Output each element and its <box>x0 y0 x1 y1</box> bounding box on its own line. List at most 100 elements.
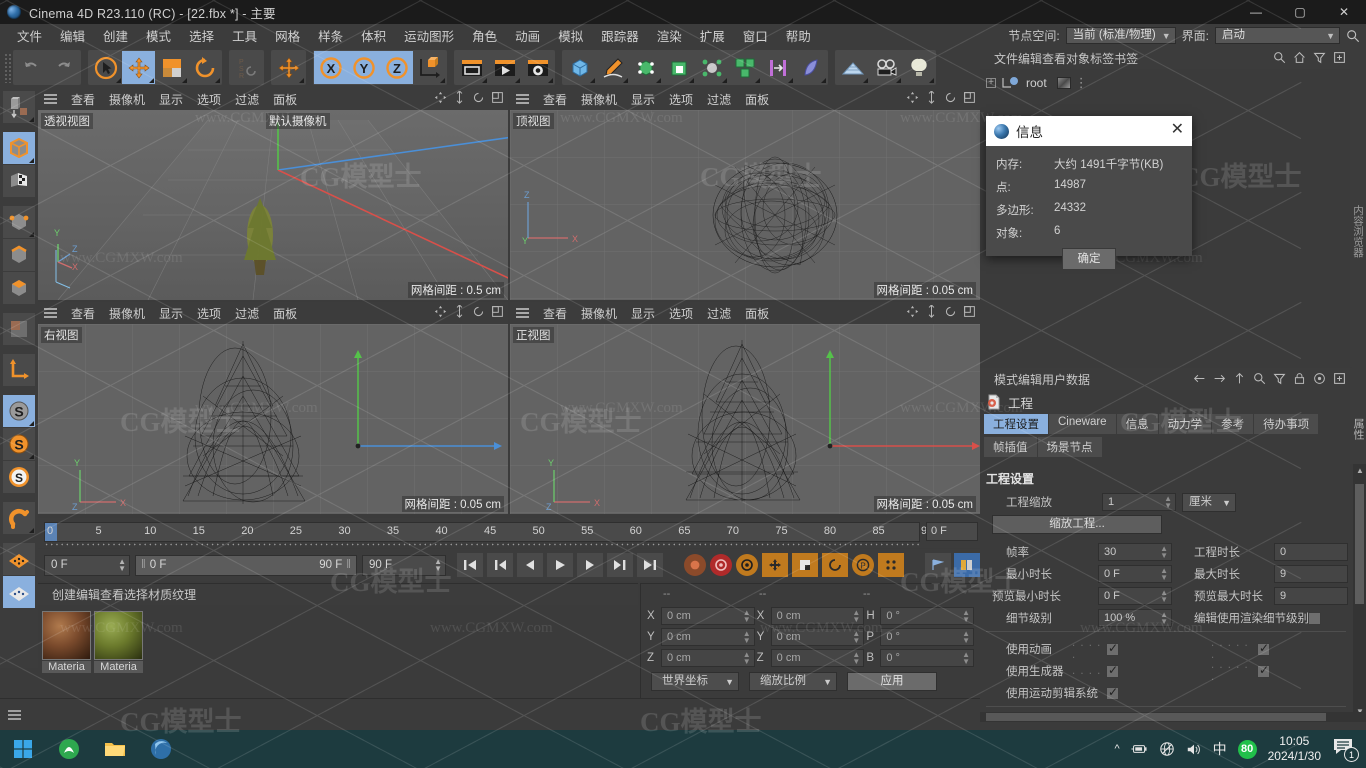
menu-item-10[interactable]: 角色 <box>463 24 506 47</box>
coord-position-x-field[interactable]: 0 cm ▲ ▼ <box>661 607 755 625</box>
zoom-icon[interactable] <box>453 91 466 104</box>
workplane-button[interactable] <box>3 543 35 575</box>
vp-menu-panel[interactable]: 面板 <box>266 90 304 109</box>
go-to-previous-key-button[interactable] <box>487 553 513 577</box>
coord-rotation-b-field[interactable]: 0 ° ▲ ▼ <box>880 649 974 667</box>
use-deformer-checkbox[interactable] <box>1257 663 1270 678</box>
close-button[interactable]: ✕ <box>1322 0 1366 24</box>
menu-item-6[interactable]: 网格 <box>266 24 309 47</box>
battery-percent-badge[interactable]: 80 <box>1237 739 1257 759</box>
scale-mode-select[interactable]: 缩放比例 ▼ <box>749 672 837 691</box>
spinner-icon[interactable]: ▲ ▼ <box>1164 495 1172 510</box>
material-item[interactable]: Materia <box>94 611 143 673</box>
scroll-up-icon[interactable]: ▲ <box>1356 466 1364 475</box>
viewport-hamburger-icon[interactable] <box>516 308 529 318</box>
menu-item-7[interactable]: 样条 <box>309 24 352 47</box>
rotate-icon[interactable] <box>472 305 485 318</box>
attribute-tab-工程设置[interactable]: 工程设置 <box>984 414 1048 434</box>
vp-menu-view[interactable]: 查看 <box>64 304 102 323</box>
coord-position-y-field[interactable]: 0 cm ▲ ▼ <box>661 628 755 646</box>
maximize-viewport-icon[interactable] <box>963 305 976 318</box>
am-menu-mode[interactable]: 模式 <box>994 371 1018 388</box>
spline-pen-button[interactable] <box>596 51 629 84</box>
timeline-current-frame[interactable]: 0 F <box>926 522 978 541</box>
scale-project-button[interactable]: 缩放工程... <box>992 514 1162 534</box>
edge-mode-button[interactable] <box>3 239 35 271</box>
attribute-scrollbar[interactable]: ▲ ▼ <box>1353 464 1366 718</box>
current-frame-field[interactable]: 0 F ▲ ▼ <box>44 554 130 576</box>
menu-item-4[interactable]: 选择 <box>180 24 223 47</box>
spinner-icon[interactable]: ▲ ▼ <box>962 651 970 666</box>
redo-button[interactable] <box>47 51 80 84</box>
spinner-icon[interactable]: ▲ ▼ <box>1160 567 1168 582</box>
om-menu-bookmark[interactable]: 书签 <box>1114 50 1138 67</box>
spinner-icon[interactable]: ▲ ▼ <box>1160 589 1168 604</box>
vp-menu-camera[interactable]: 摄像机 <box>574 304 624 323</box>
vp-menu-panel[interactable]: 面板 <box>738 304 776 323</box>
viewport-front[interactable]: 查看 摄像机 显示 选项 过滤 面板 Y X Z 正视图 网格间距: 0.05… <box>510 302 980 514</box>
vp-menu-display[interactable]: 显示 <box>152 304 190 323</box>
use-generator-checkbox[interactable] <box>1106 663 1119 678</box>
pan-icon[interactable] <box>906 305 919 318</box>
spinner-icon[interactable]: ▲ ▼ <box>743 630 751 645</box>
status-hamburger-icon[interactable] <box>8 709 21 720</box>
spinner-icon[interactable]: ▲ ▼ <box>962 609 970 624</box>
mm-menu-edit[interactable]: 编辑 <box>76 586 100 603</box>
record-active-objects-button[interactable] <box>684 554 706 576</box>
cube-primitive-button[interactable] <box>563 51 596 84</box>
plus-icon[interactable] <box>1333 372 1346 385</box>
key-scale-button[interactable] <box>792 553 818 577</box>
attribute-tab-场景节点[interactable]: 场景节点 <box>1037 437 1102 457</box>
vp-menu-display[interactable]: 显示 <box>624 304 662 323</box>
texture-mode-button[interactable] <box>3 165 35 197</box>
volume-icon[interactable] <box>1186 742 1202 757</box>
attribute-tab-帧插值[interactable]: 帧插值 <box>984 437 1037 457</box>
scrollbar-thumb[interactable] <box>986 713 1326 721</box>
preview-min-time-field[interactable]: 0 F ▲ ▼ <box>1098 587 1172 605</box>
flags-button[interactable] <box>925 553 951 577</box>
snap-settings-button[interactable]: S <box>3 428 35 460</box>
viewport-canvas-perspective[interactable]: Y Z X <box>38 110 508 300</box>
spinner-icon[interactable]: ▲ ▼ <box>118 557 126 572</box>
scale-tool-button[interactable] <box>155 51 188 84</box>
coord-position-z-field[interactable]: 0 cm ▲ ▼ <box>661 649 755 667</box>
polygon-mode-button[interactable] <box>3 272 35 304</box>
select-tool-button[interactable] <box>89 51 122 84</box>
play-button[interactable] <box>547 553 573 577</box>
spinner-icon[interactable]: ▲ ▼ <box>852 609 860 624</box>
use-motionclip-checkbox[interactable] <box>1106 685 1119 700</box>
min-time-field[interactable]: 0 F ▲ ▼ <box>1098 565 1172 583</box>
viewport-canvas-right[interactable]: Y X Z <box>38 324 508 514</box>
taskbar-clock[interactable]: 10:05 2024/1/30 <box>1268 734 1321 764</box>
vp-menu-panel[interactable]: 面板 <box>266 304 304 323</box>
menu-item-16[interactable]: 窗口 <box>734 24 777 47</box>
viewport-canvas-top[interactable]: Z X Y <box>510 110 980 300</box>
zoom-icon[interactable] <box>925 91 938 104</box>
notification-center-button[interactable]: 1 <box>1332 737 1359 762</box>
taskbar-c4d-button[interactable] <box>138 730 184 768</box>
network-icon[interactable] <box>1159 741 1175 757</box>
render-region-button[interactable] <box>488 51 521 84</box>
go-to-next-key-button[interactable] <box>607 553 633 577</box>
spinner-icon[interactable]: ▲ ▼ <box>743 609 751 624</box>
x-axis-button[interactable]: X <box>314 51 347 84</box>
timeline-ruler[interactable]: 051015202530354045505560657075808590 <box>44 522 933 542</box>
node-space-select[interactable]: 当前 (标准/物理) ▼ <box>1065 27 1176 44</box>
point-mode-button[interactable] <box>3 206 35 238</box>
deformer-button[interactable] <box>695 51 728 84</box>
back-icon[interactable] <box>1193 372 1206 385</box>
menu-item-5[interactable]: 工具 <box>223 24 266 47</box>
object-axis-button[interactable] <box>413 51 446 84</box>
psr-toggle-button[interactable]: P S R <box>230 51 263 84</box>
target-icon[interactable] <box>1313 372 1326 385</box>
search-icon[interactable] <box>1346 29 1360 43</box>
taskbar-browser-button[interactable] <box>46 730 92 768</box>
info-dialog-close-button[interactable]: ✕ <box>1171 122 1184 138</box>
rotate-icon[interactable] <box>944 91 957 104</box>
key-rotate-button[interactable] <box>822 553 848 577</box>
menu-item-14[interactable]: 渲染 <box>648 24 691 47</box>
attribute-tab-Cineware[interactable]: Cineware <box>1049 414 1116 434</box>
info-dialog-ok-button[interactable]: 确定 <box>1062 248 1116 270</box>
step-back-button[interactable] <box>517 553 543 577</box>
axis-mode-button[interactable] <box>3 354 35 386</box>
